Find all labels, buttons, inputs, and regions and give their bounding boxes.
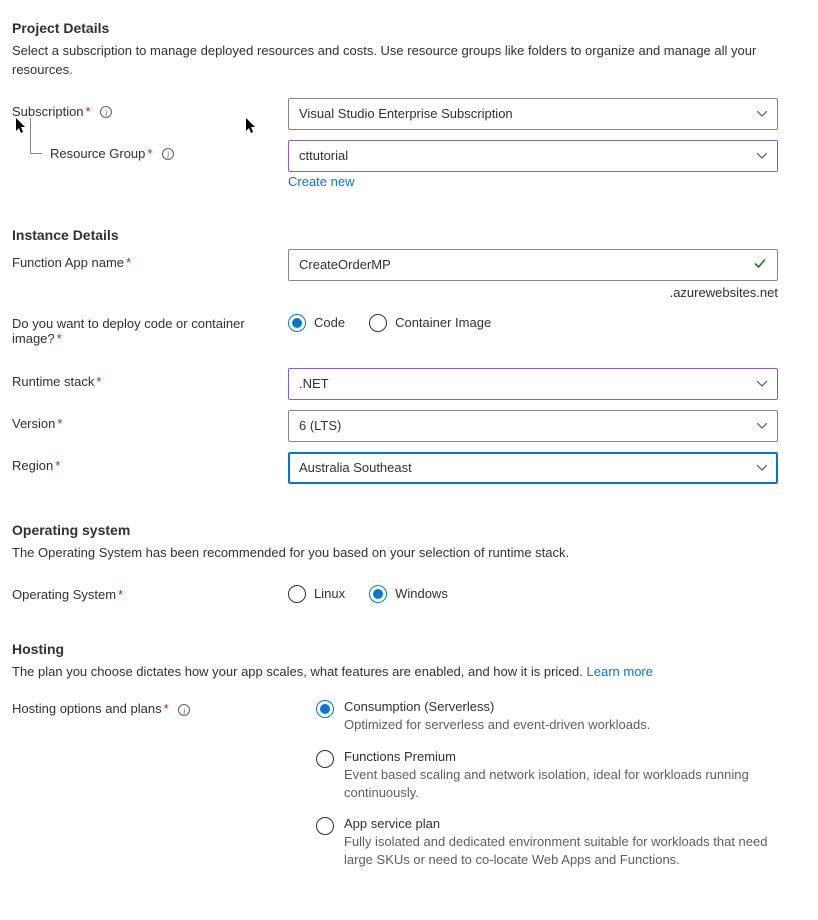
function-app-name-input[interactable]: CreateOrderMP: [288, 249, 778, 281]
version-select[interactable]: 6 (LTS): [288, 410, 778, 442]
chevron-down-icon: [757, 111, 767, 117]
hosting-premium-radio[interactable]: Functions Premium Event based scaling an…: [316, 749, 778, 802]
runtime-stack-select[interactable]: .NET: [288, 368, 778, 400]
hosting-options-label: Hosting options and plans* i: [12, 699, 288, 716]
info-icon[interactable]: i: [100, 106, 112, 118]
os-linux-radio[interactable]: Linux: [288, 585, 345, 603]
check-icon: [753, 256, 767, 273]
subscription-select[interactable]: Visual Studio Enterprise Subscription: [288, 98, 778, 130]
os-title: Operating system: [12, 522, 806, 538]
hosting-title: Hosting: [12, 641, 806, 657]
runtime-stack-label: Runtime stack*: [12, 368, 288, 389]
resource-group-label: Resource Group* i: [12, 140, 288, 161]
create-new-link[interactable]: Create new: [288, 174, 354, 189]
subscription-label: Subscription* i: [12, 98, 288, 119]
version-label: Version*: [12, 410, 288, 431]
hosting-desc: The plan you choose dictates how your ap…: [12, 663, 806, 682]
os-windows-radio[interactable]: Windows: [369, 585, 448, 603]
os-label: Operating System*: [12, 581, 288, 602]
instance-details-title: Instance Details: [12, 227, 806, 243]
region-select[interactable]: Australia Southeast: [288, 452, 778, 484]
resource-group-select[interactable]: cttutorial: [288, 140, 778, 172]
learn-more-link[interactable]: Learn more: [587, 664, 653, 679]
project-details-title: Project Details: [12, 20, 806, 36]
hosting-appservice-radio[interactable]: App service plan Fully isolated and dedi…: [316, 816, 778, 869]
os-desc: The Operating System has been recommende…: [12, 544, 806, 563]
deploy-container-radio[interactable]: Container Image: [369, 314, 491, 332]
chevron-down-icon: [757, 465, 767, 471]
domain-suffix: .azurewebsites.net: [288, 285, 778, 300]
function-app-name-label: Function App name*: [12, 249, 288, 270]
region-label: Region*: [12, 452, 288, 473]
info-icon[interactable]: i: [162, 148, 174, 160]
deploy-label: Do you want to deploy code or container …: [12, 310, 288, 346]
chevron-down-icon: [757, 153, 767, 159]
deploy-code-radio[interactable]: Code: [288, 314, 345, 332]
info-icon[interactable]: i: [178, 704, 190, 716]
chevron-down-icon: [757, 381, 767, 387]
project-details-desc: Select a subscription to manage deployed…: [12, 42, 806, 80]
hosting-consumption-radio[interactable]: Consumption (Serverless) Optimized for s…: [316, 699, 778, 734]
chevron-down-icon: [757, 423, 767, 429]
